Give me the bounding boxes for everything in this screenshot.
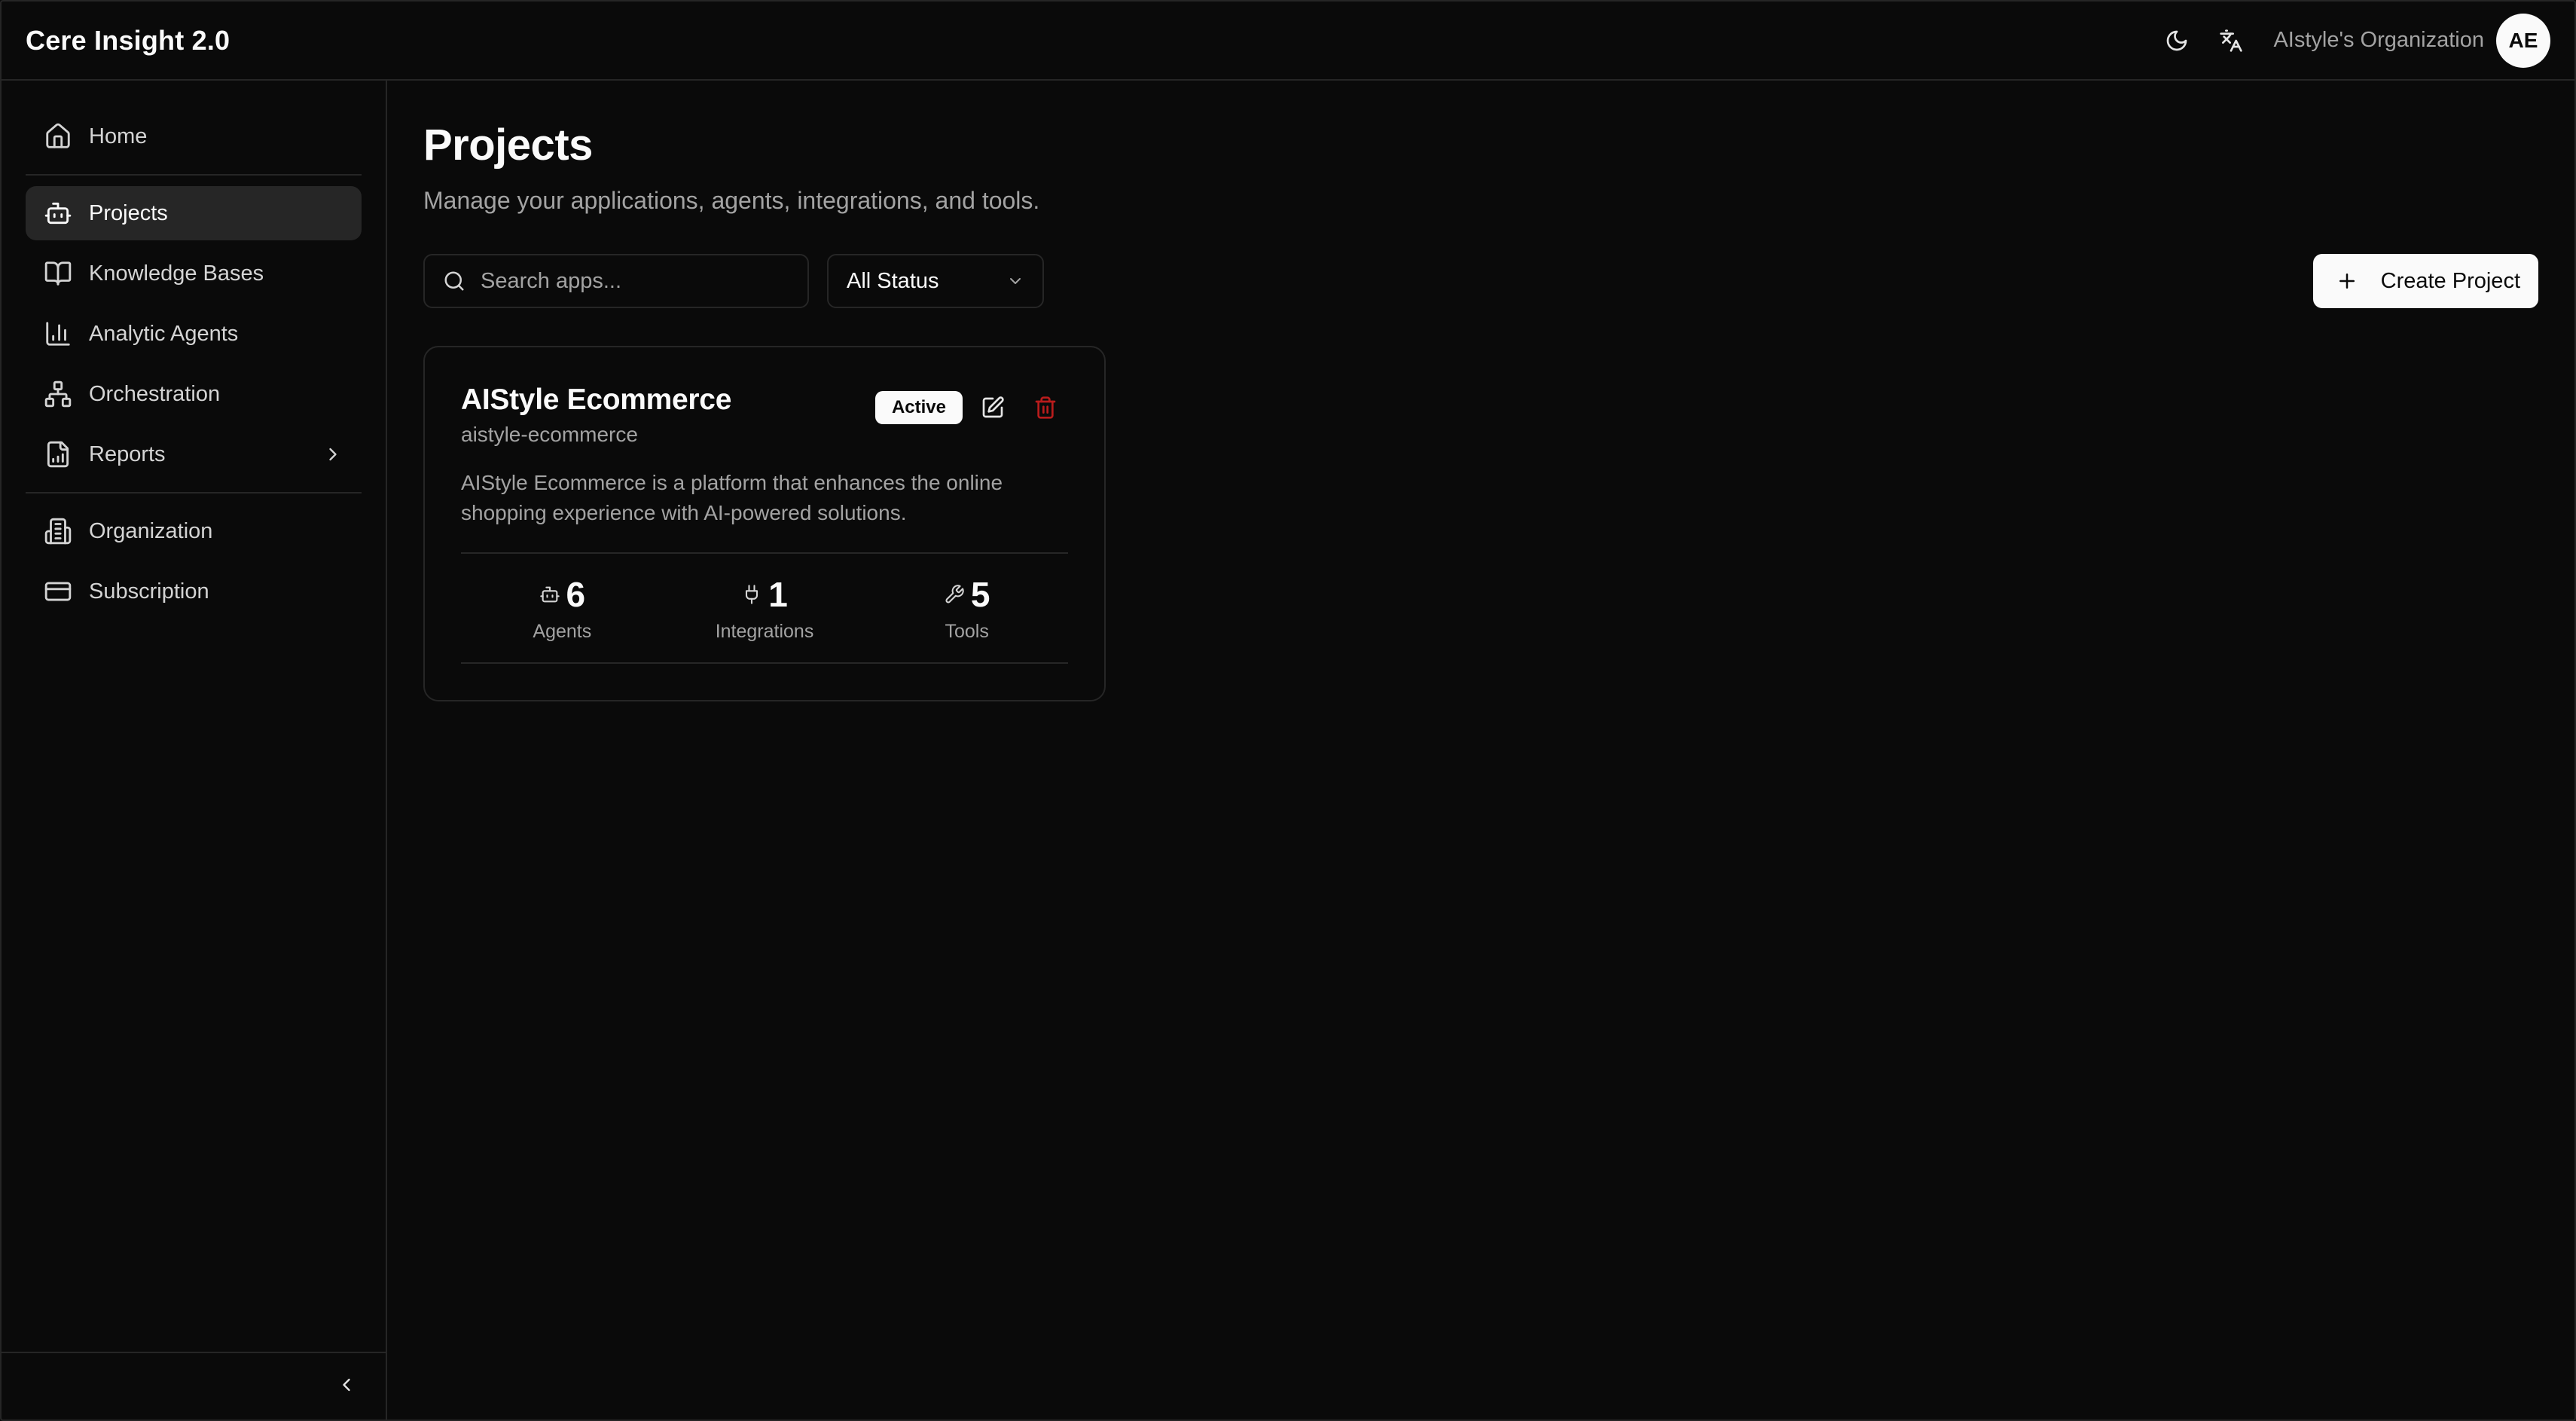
home-icon (46, 123, 70, 148)
edit-icon (982, 396, 1004, 418)
sidebar-item-home[interactable]: Home (26, 109, 362, 163)
plus-icon (2339, 274, 2355, 289)
stat-value: 6 (566, 574, 586, 614)
plug-icon (746, 584, 758, 604)
toolbar: All Status Create Project (423, 254, 2538, 308)
search-icon (444, 271, 464, 291)
translate-icon (2220, 29, 2243, 52)
building-icon (44, 518, 72, 545)
primary-nav: Home (2, 81, 386, 163)
stat-value-row: 6 (539, 574, 586, 615)
stat-value-row: 1 (741, 574, 788, 615)
create-project-label: Create Project (2380, 268, 2520, 293)
chevron-right-icon (329, 448, 337, 461)
wrench-icon (945, 584, 964, 603)
sidebar-item-reports[interactable]: Reports (26, 427, 362, 481)
app-window: Cere Insight 2.0 AIstyle's Organization … (0, 0, 2576, 1421)
project-slug: aistyle-ecommerce (461, 423, 638, 446)
trash-icon (1035, 396, 1056, 419)
page-subtitle: Manage your applications, agents, integr… (423, 187, 1040, 214)
user-avatar[interactable]: AE (2496, 13, 2550, 68)
sidebar-item-label: Projects (89, 200, 168, 225)
sidebar-item-label: Organization (89, 518, 213, 543)
stat-value-row: 5 (944, 574, 990, 615)
workspace-nav: Projects Knowledge Bases Analytic Agents… (2, 186, 386, 481)
chevron-left-icon (343, 1378, 350, 1391)
search-input[interactable] (481, 268, 789, 294)
sidebar-item-label: Knowledge Bases (89, 261, 264, 286)
bar-chart-icon (46, 322, 70, 346)
sidebar-item-subscription[interactable]: Subscription (26, 564, 362, 619)
page-title: Projects (423, 121, 593, 170)
sidebar-divider (26, 492, 362, 494)
language-button[interactable] (2204, 14, 2258, 68)
stat-label: Agents (533, 620, 592, 642)
status-filter-select[interactable]: All Status (827, 254, 1044, 308)
stat-label: Integrations (715, 620, 814, 642)
sidebar-item-organization[interactable]: Organization (26, 504, 362, 558)
stat-value: 5 (970, 574, 990, 614)
credit-card-icon (44, 582, 72, 601)
bot-icon (539, 586, 560, 602)
bot-icon (44, 202, 72, 225)
stat-tools: 5 Tools (865, 554, 1068, 662)
organization-switcher[interactable]: AIstyle's Organization (2273, 28, 2484, 53)
status-badge: Active (874, 391, 963, 424)
network-icon (44, 380, 72, 408)
sidebar-item-label: Analytic Agents (89, 321, 239, 346)
sidebar-item-label: Home (89, 124, 148, 148)
theme-toggle-button[interactable] (2150, 14, 2204, 68)
stat-label: Tools (945, 620, 989, 642)
stat-value: 1 (768, 574, 788, 614)
sidebar-item-label: Subscription (89, 579, 209, 604)
sidebar-footer (2, 1352, 386, 1419)
moon-icon (2167, 30, 2187, 50)
secondary-nav: Organization Subscription (2, 504, 386, 619)
status-filter-value: All Status (847, 268, 939, 293)
project-description: AIStyle Ecommerce is a platform that enh… (461, 471, 1003, 524)
project-stats: 6 Agents 1 Integrations 5 Tools (461, 552, 1068, 664)
header-actions: AIstyle's Organization AE (2150, 13, 2550, 68)
stat-integrations: 1 Integrations (664, 554, 866, 662)
search-box[interactable] (423, 254, 809, 308)
project-actions: Active (874, 388, 1068, 427)
sidebar-item-projects[interactable]: Projects (26, 186, 362, 240)
project-card[interactable]: AIStyle Ecommerce aistyle-ecommerce Acti… (423, 346, 1106, 701)
project-name: AIStyle Ecommerce (461, 384, 732, 416)
edit-project-button[interactable] (970, 388, 1015, 427)
sidebar-item-label: Reports (89, 442, 166, 466)
project-info: AIStyle Ecommerce aistyle-ecommerce (461, 384, 731, 447)
sidebar-item-orchestration[interactable]: Orchestration (26, 367, 362, 421)
main-content: Projects Manage your applications, agent… (387, 81, 2574, 1419)
sidebar-item-label: Orchestration (89, 381, 221, 406)
create-project-button[interactable]: Create Project (2312, 254, 2538, 308)
delete-project-button[interactable] (1023, 388, 1068, 427)
project-card-header: AIStyle Ecommerce aistyle-ecommerce Acti… (461, 384, 1068, 447)
chevron-down-icon (1010, 278, 1021, 284)
sidebar: Home Projects Knowledge Bases Analytic A… (2, 81, 387, 1419)
sidebar-item-analytic-agents[interactable]: Analytic Agents (26, 307, 362, 361)
sidebar-divider (26, 174, 362, 176)
collapse-sidebar-button[interactable] (336, 1374, 357, 1399)
file-chart-icon (47, 441, 69, 468)
book-icon (44, 261, 72, 286)
sidebar-item-knowledge-bases[interactable]: Knowledge Bases (26, 246, 362, 301)
stat-agents: 6 Agents (461, 554, 664, 662)
app-title[interactable]: Cere Insight 2.0 (26, 25, 230, 57)
top-bar: Cere Insight 2.0 AIstyle's Organization … (2, 2, 2574, 81)
